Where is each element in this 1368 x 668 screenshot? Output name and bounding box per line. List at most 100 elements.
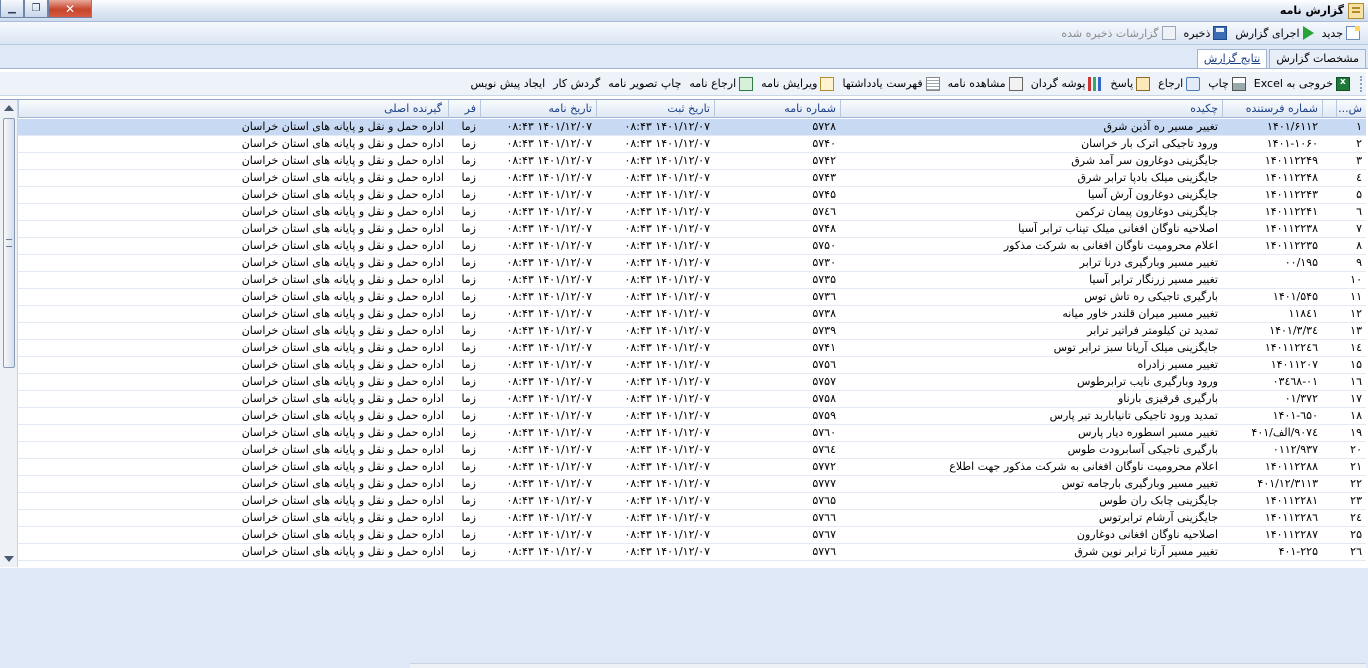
table-row[interactable]: ۷ ۱۴۰۱۱۲۲۳۸ اصلاحیه ناوگان افغانی میلک تین… bbox=[18, 221, 1366, 238]
table-row[interactable]: ۵ ۱۴۰۱۱۲۲۴۳ جایگزینی دوغارون آرش آسیا ۵۷۴۵ ۰… bbox=[18, 187, 1366, 204]
scroll-thumb[interactable] bbox=[3, 118, 15, 368]
table-row[interactable]: ۱۲ ۱۱۸٤۱ تغییر مسیر میران قلندر خاور میانه… bbox=[18, 306, 1366, 323]
tab-report-specs[interactable]: مشخصات گزارش bbox=[1269, 49, 1366, 68]
registration-date-cell: ۰۸:۴۳ ۱۴۰۱/۱۲/۰۷ bbox=[624, 358, 710, 371]
toolbar-grip[interactable] bbox=[1358, 75, 1362, 92]
horizontal-scrollbar[interactable] bbox=[410, 663, 1366, 668]
fr-cell: زما bbox=[461, 511, 476, 524]
registration-date-cell: ۰۸:۴۳ ۱۴۰۱/۱۲/۰۷ bbox=[624, 256, 710, 269]
header-letter-date[interactable]: تاریخ نامه bbox=[480, 100, 596, 118]
table-row[interactable]: ۱۹ ۹۰۷٤/الف/۴۰۱ تغییر مسیر اسطوره دیار پار… bbox=[18, 425, 1366, 442]
table-row[interactable]: ۲۳ ۱۴۰۱۱۲۲۸۱ جایگزینی چابک ران طوس ۵۷٦۵ ۰۸:۴… bbox=[18, 493, 1366, 510]
letter-number-cell: ۵۷۵۰ bbox=[812, 239, 836, 252]
row-number-cell: ۱ bbox=[1356, 120, 1362, 133]
header-main-receiver[interactable]: گیرنده اصلی bbox=[18, 100, 448, 118]
table-row[interactable]: ۱۵ ۱۴۰۱۱۲۰۷ تغییر مسیر زادراه ۵۷۵٦ ۰۸:۴۳ ۱۴۰… bbox=[18, 357, 1366, 374]
header-sender-number[interactable]: شماره فرستنده bbox=[1222, 100, 1322, 118]
workflow-button[interactable]: گردش کار bbox=[549, 77, 604, 90]
table-row[interactable]: ۱۰ تغییر مسیر زرنگار ترابر آسیا ۵۷۳۵ ۰۸:۴۳ … bbox=[18, 272, 1366, 289]
letter-date-cell: ۰۸:۴۳ ۱۴۰۱/۱۲/۰۷ bbox=[506, 222, 592, 235]
folder-button[interactable]: پوشه گردان bbox=[1027, 76, 1107, 91]
view-letter-button[interactable]: مشاهده نامه bbox=[944, 76, 1027, 91]
header-letter-number[interactable]: شماره نامه bbox=[714, 100, 840, 118]
summary-cell: تغییر مسیر میران قلندر خاور میانه bbox=[1062, 307, 1218, 320]
summary-cell: جایگزینی دوغارون آرش آسیا bbox=[1087, 188, 1218, 201]
table-row[interactable]: ۹ ۰۰/۱۹۵ تغییر مسیر وبارگیری درنا ترابر ۵۷۳… bbox=[18, 255, 1366, 272]
refer-button[interactable]: ارجاع bbox=[1154, 76, 1204, 91]
scroll-down-icon[interactable] bbox=[4, 556, 14, 562]
edit-letter-button[interactable]: ویرایش نامه bbox=[757, 76, 838, 91]
restore-icon[interactable]: ❐ bbox=[24, 0, 48, 18]
sender-number-cell: ۱۴۰۱۱۲۲۸۸ bbox=[1264, 460, 1318, 473]
new-button[interactable]: جدید bbox=[1318, 26, 1364, 40]
window-title: گزارش نامه bbox=[1279, 4, 1344, 17]
table-row[interactable]: ۱٦ ۰۳٤٦۸-۰۱ ورود وبارگیری نایب ترابرطوس ۵۷۵… bbox=[18, 374, 1366, 391]
main-receiver-cell: اداره حمل و نقل و پایانه های استان خراسا… bbox=[241, 494, 444, 507]
sender-number-cell: ۱۴۰۱۱۲۲۴۱ bbox=[1264, 205, 1318, 218]
main-receiver-cell: اداره حمل و نقل و پایانه های استان خراسا… bbox=[241, 239, 444, 252]
header-fr[interactable]: فر bbox=[448, 100, 480, 118]
table-row[interactable]: ۳ ۱۴۰۱۱۲۲۴۹ جایگزینی دوغارون سر آمد شرق ۵۷۴… bbox=[18, 153, 1366, 170]
table-row[interactable]: ۸ ۱۴۰۱۱۲۲۳۵ اعلام محرومیت ناوگان افغانی به… bbox=[18, 238, 1366, 255]
registration-date-cell: ۰۸:۴۳ ۱۴۰۱/۱۲/۰۷ bbox=[624, 528, 710, 541]
table-row[interactable]: ۲۱ ۱۴۰۱۱۲۲۸۸ اعلام محرومیت ناوگان افغانی ب… bbox=[18, 459, 1366, 476]
sender-number-cell: ۱۴۰۱۱۲۲٤٦ bbox=[1264, 341, 1318, 354]
return-letter-label: ارجاع نامه bbox=[689, 77, 737, 90]
table-row[interactable]: ۱٤ ۱۴۰۱۱۲۲٤٦ جایگزینی میلک آریانا سبز تراب… bbox=[18, 340, 1366, 357]
excel-export-label: خروجی به Excel bbox=[1253, 77, 1333, 90]
registration-date-cell: ۰۸:۴۳ ۱۴۰۱/۱۲/۰۷ bbox=[624, 239, 710, 252]
return-letter-button[interactable]: ارجاع نامه bbox=[685, 76, 757, 91]
table-row[interactable]: ۲٤ ۱۴۰۱۱۲۲۸٦ جایگزینی آرشام ترابرتوس ۵۷٦٦ ۰۸… bbox=[18, 510, 1366, 527]
print-button[interactable]: چاپ bbox=[1204, 76, 1250, 91]
print-image-button[interactable]: چاپ تصویر نامه bbox=[604, 77, 685, 90]
letter-number-cell: ۵۷٤٦ bbox=[812, 205, 836, 218]
table-row[interactable]: ۱۸ ۱۴۰۱-٦۵۰ تمدید ورود تاجیکی تانیاباربد ت… bbox=[18, 408, 1366, 425]
main-receiver-cell: اداره حمل و نقل و پایانه های استان خراسا… bbox=[241, 307, 444, 320]
header-summary[interactable]: چکیده bbox=[840, 100, 1222, 118]
main-receiver-cell: اداره حمل و نقل و پایانه های استان خراسا… bbox=[241, 341, 444, 354]
table-row[interactable]: ۱۱ ۱۴۰۱/۵۴۵ بارگیری تاجیکی ره تاش توس ۵۷۳٦ ۰… bbox=[18, 289, 1366, 306]
fr-cell: زما bbox=[461, 273, 476, 286]
summary-cell: تغییر مسیر وبارگیری درنا ترابر bbox=[1079, 256, 1218, 269]
header-row-number[interactable]: ش... bbox=[1336, 100, 1366, 118]
excel-export-button[interactable]: خروجی به Excel bbox=[1250, 76, 1354, 91]
sender-number-cell: ۱۴۰۱۱۲۲۴۹ bbox=[1264, 154, 1318, 167]
envelope-icon bbox=[1136, 76, 1151, 91]
table-row[interactable]: ۲۰ ۰۱۱۲/۹۳۷ بارگیری تاجیکی آسابرودت طوس ۵۷٦… bbox=[18, 442, 1366, 459]
table-row[interactable]: ۱ ۱۴۰۱/۶۱۱۲ تغییر مسیر ره آذین شرق ۵۷۲۸ ۰۸:۴… bbox=[18, 119, 1366, 136]
table-row[interactable]: ۲٦ ۴۰۱-۲۲۵ تغییر مسیر آرتا ترابر نوین شرق ۵… bbox=[18, 544, 1366, 561]
notes-list-button[interactable]: فهرست یادداشتها bbox=[838, 76, 943, 91]
letter-number-cell: ۵۷۲۸ bbox=[812, 120, 836, 133]
summary-cell: اعلام محرومیت ناوگان افغانی به شرکت مذکو… bbox=[1003, 239, 1218, 252]
table-row[interactable]: ۲۲ ۴۰۱/۱۲/۳۱۱۳ تغییر مسیر وبارگیری بارجامه… bbox=[18, 476, 1366, 493]
sender-number-cell: ۱۴۰۱۱۲۲۴۳ bbox=[1264, 188, 1318, 201]
fr-cell: زما bbox=[461, 154, 476, 167]
letter-date-cell: ۰۸:۴۳ ۱۴۰۱/۱۲/۰۷ bbox=[506, 545, 592, 558]
header-registration-date[interactable]: تاریخ ثبت bbox=[596, 100, 714, 118]
saved-reports-button[interactable]: گزارشات ذخیره شده bbox=[1057, 26, 1179, 40]
table-row[interactable]: ۱۷ ۰۱/۳۷۲ بارگیری قرقیزی بارناو ۵۷۵۸ ۰۸:۴۳ ۱… bbox=[18, 391, 1366, 408]
sender-number-cell: ۱۴۰۱۱۲۲۳۸ bbox=[1264, 222, 1318, 235]
create-draft-button[interactable]: ایجاد پیش نویس bbox=[467, 77, 550, 90]
registration-date-cell: ۰۸:۴۳ ۱۴۰۱/۱۲/۰۷ bbox=[624, 222, 710, 235]
run-report-button[interactable]: اجرای گزارش bbox=[1231, 26, 1317, 40]
table-row[interactable]: ۲ ۱۴۰۱-۱۰۶۰ ورود تاجیکی اترک بار خراسان ۵۷۴… bbox=[18, 136, 1366, 153]
table-row[interactable]: ۲۵ ۱۴۰۱۱۲۲۸۷ اصلاحیه ناوگان افغانی دوغارون… bbox=[18, 527, 1366, 544]
create-draft-label: ایجاد پیش نویس bbox=[470, 77, 546, 90]
letter-number-cell: ۵۷۴۰ bbox=[812, 137, 836, 150]
table-row[interactable]: ۱۳ ۱۴۰۱/۳/۳٤ تمدید تن کیلومتر فراتیر ترابر… bbox=[18, 323, 1366, 340]
registration-date-cell: ۰۸:۴۳ ۱۴۰۱/۱۲/۰۷ bbox=[624, 443, 710, 456]
scroll-up-icon[interactable] bbox=[4, 105, 14, 111]
letter-date-cell: ۰۸:۴۳ ۱۴۰۱/۱۲/۰۷ bbox=[506, 307, 592, 320]
header-blank[interactable] bbox=[1322, 100, 1336, 118]
tab-report-results[interactable]: نتایج گزارش bbox=[1196, 49, 1268, 69]
table-row[interactable]: ٦ ۱۴۰۱۱۲۲۴۱ جایگزینی دوغارون پیمان ترکمن ۵۷… bbox=[18, 204, 1366, 221]
save-button[interactable]: ذخیره bbox=[1180, 26, 1232, 40]
vertical-scrollbar[interactable] bbox=[0, 100, 18, 567]
letter-date-cell: ۰۸:۴۳ ۱۴۰۱/۱۲/۰۷ bbox=[506, 409, 592, 422]
reply-button[interactable]: پاسخ bbox=[1106, 76, 1154, 91]
close-icon[interactable]: ✕ bbox=[48, 0, 92, 18]
registration-date-cell: ۰۸:۴۳ ۱۴۰۱/۱۲/۰۷ bbox=[624, 154, 710, 167]
minimize-icon[interactable]: ▁ bbox=[0, 0, 24, 18]
table-row[interactable]: ٤ ۱۴۰۱۱۲۲۴۸ جایگزینی میلک بادپا ترابر شرق ۵… bbox=[18, 170, 1366, 187]
